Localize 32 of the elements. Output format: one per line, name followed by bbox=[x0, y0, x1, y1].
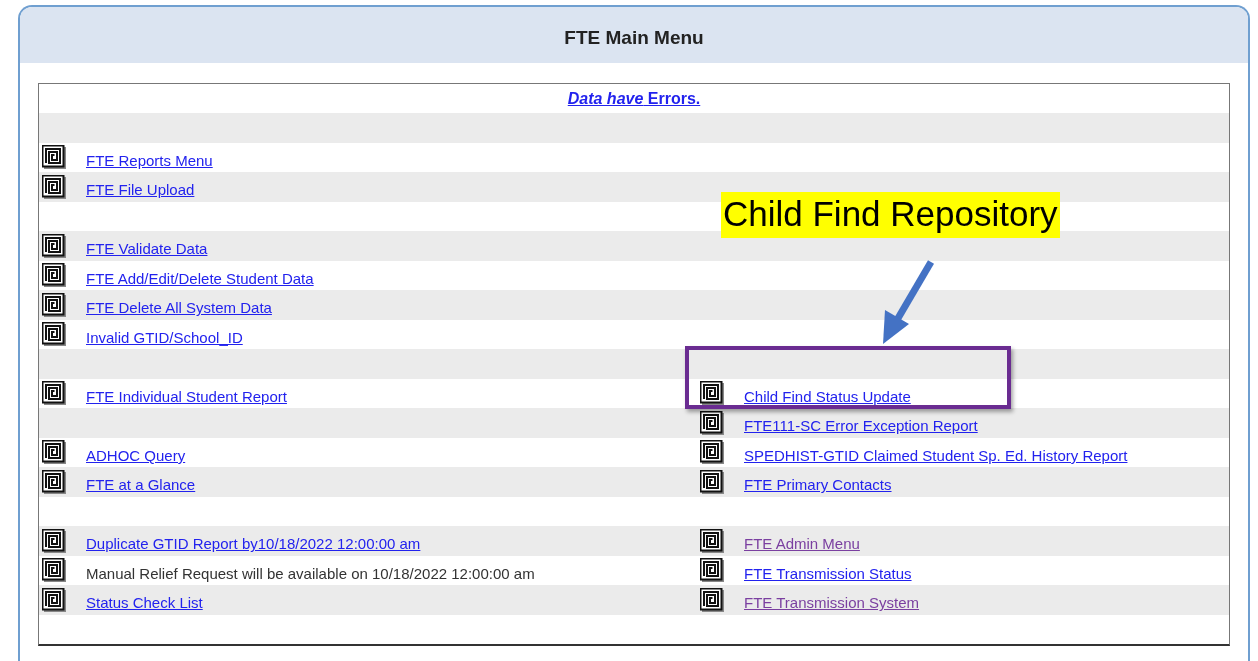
menu-link[interactable]: FTE Reports Menu bbox=[86, 151, 213, 169]
spiral-square-icon bbox=[42, 233, 66, 258]
spiral-square-icon bbox=[42, 174, 66, 199]
spiral-square-icon bbox=[42, 292, 66, 317]
menu-link[interactable]: FTE Primary Contacts bbox=[744, 476, 892, 494]
menu-link[interactable]: FTE Admin Menu bbox=[744, 535, 860, 553]
menu-link[interactable]: SPEDHIST-GTID Claimed Student Sp. Ed. History Report bbox=[744, 446, 1128, 464]
callout-label: Child Find Repository bbox=[721, 192, 1060, 239]
spiral-square-icon bbox=[42, 587, 66, 612]
menu-link[interactable]: FTE Transmission Status bbox=[744, 564, 912, 582]
menu-link[interactable]: FTE File Upload bbox=[86, 181, 195, 199]
window-title: FTE Main Menu bbox=[564, 27, 704, 49]
spiral-square-icon bbox=[700, 469, 724, 494]
spiral-square-icon bbox=[42, 469, 66, 494]
menu-link[interactable]: Child Find Status Update bbox=[744, 387, 911, 405]
menu-link[interactable]: ADHOC Query bbox=[86, 446, 186, 464]
spiral-square-icon bbox=[700, 410, 724, 435]
menu-link[interactable]: Duplicate GTID Report by10/18/2022 12:00:00 am bbox=[86, 535, 421, 553]
menu-link[interactable]: Invalid GTID/School_ID bbox=[86, 328, 243, 346]
menu-link[interactable]: FTE111-SC Error Exception Report bbox=[744, 417, 978, 435]
menu-link[interactable]: FTE at a Glance bbox=[86, 476, 196, 494]
menu-link[interactable]: FTE Individual Student Report bbox=[86, 387, 287, 405]
errors-link[interactable]: Data have Errors. bbox=[567, 89, 701, 108]
menu-link[interactable]: FTE Delete All System Data bbox=[86, 299, 272, 317]
spiral-square-icon bbox=[42, 528, 66, 553]
menu-link[interactable]: FTE Transmission System bbox=[744, 594, 920, 612]
availability-note: Manual Relief Request will be available on 10/18/2022 12:00:00 am bbox=[86, 564, 535, 582]
spiral-square-icon bbox=[700, 528, 724, 553]
menu-link[interactable]: Status Check List bbox=[86, 594, 203, 612]
menu-link[interactable]: FTE Validate Data bbox=[86, 240, 208, 258]
menu-link[interactable]: FTE Add/Edit/Delete Student Data bbox=[86, 269, 314, 287]
spiral-square-icon bbox=[700, 587, 724, 612]
